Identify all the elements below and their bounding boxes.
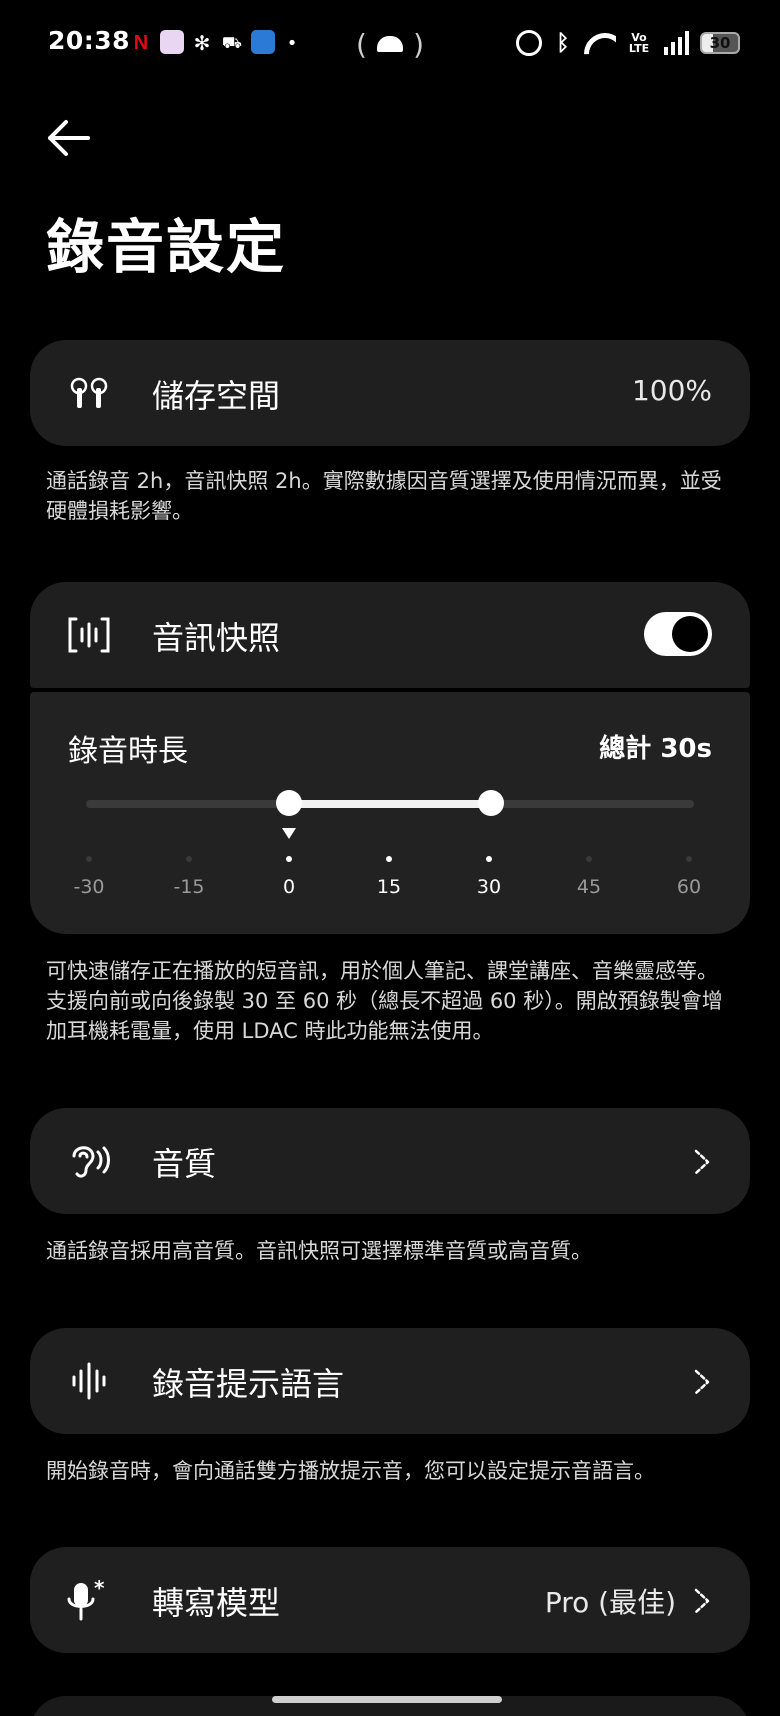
more-notifications-icon: •: [286, 32, 298, 54]
storage-value: 100%: [631, 374, 712, 407]
tick-label: 45: [576, 876, 602, 898]
duration-start-handle[interactable]: [275, 790, 302, 816]
tick-label: 15: [376, 876, 402, 898]
tick-dot: [286, 856, 292, 862]
dynamic-island-icon: (): [356, 27, 424, 61]
audio-quality-label: 音質: [152, 1145, 217, 1183]
chevron-right-icon: [694, 1149, 710, 1175]
storage-note: 通話錄音 2h，音訊快照 2h。實際數據因音質選擇及使用情況而異，並受硬體損耗影…: [46, 469, 722, 523]
earbuds-icon: [66, 370, 112, 416]
prompt-language-note: 開始錄音時，會向通話雙方播放提示音，您可以設定提示音語言。: [46, 1459, 655, 1483]
page-title: 錄音設定: [46, 213, 287, 281]
status-bar: 20:38 N ✻ ⛟ • () ᛒ Vo LTE 30: [0, 0, 780, 88]
transcription-model-label: 轉寫模型: [152, 1584, 281, 1622]
fan-icon: ✻: [193, 31, 211, 55]
prompt-language-label: 錄音提示語言: [152, 1365, 345, 1403]
audio-quality-row[interactable]: 音質: [30, 1108, 750, 1214]
audio-snapshot-note: 可快速儲存正在播放的短音訊，用於個人筆記、課堂講座、音樂靈感等。支援向前或向後錄…: [46, 959, 723, 1043]
storage-label: 儲存空間: [152, 377, 281, 415]
prompt-language-row[interactable]: 錄音提示語言: [30, 1328, 750, 1434]
tick-label: 0: [282, 876, 296, 898]
svg-text:*: *: [94, 1577, 105, 1600]
tick-label: -15: [173, 876, 205, 898]
audio-quality-note: 通話錄音採用高音質。音訊快照可選擇標準音質或高音質。: [46, 1239, 592, 1263]
wifi-icon: [584, 31, 616, 55]
bluetooth-icon: ᛒ: [556, 30, 570, 56]
transcription-model-row[interactable]: * 轉寫模型 Pro (最佳): [30, 1547, 750, 1653]
back-arrow-icon[interactable]: [44, 118, 92, 158]
toggle-knob: [672, 616, 708, 652]
current-position-marker-icon: [281, 828, 296, 839]
alarm-icon: [516, 30, 542, 56]
signal-icon: [662, 31, 690, 55]
ear-sound-icon: [66, 1138, 112, 1184]
transcription-model-value: Pro (最佳): [544, 1586, 676, 1619]
duration-slider-track[interactable]: [86, 800, 694, 808]
audio-snapshot-row[interactable]: 音訊快照: [30, 582, 750, 688]
chevron-right-icon: [694, 1588, 710, 1614]
audio-snapshot-icon: [66, 612, 112, 658]
app-notification-icon: [160, 30, 184, 54]
mic-ai-icon: *: [66, 1577, 112, 1623]
duration-slider-fill: [288, 800, 492, 808]
status-time: 20:38: [48, 26, 131, 55]
tick-label: 60: [676, 876, 702, 898]
tick-dot: [86, 856, 92, 862]
waveform-icon: [66, 1358, 112, 1404]
volte-bottom: LTE: [628, 42, 650, 55]
storage-row[interactable]: 儲存空間 100%: [30, 340, 750, 446]
status-icons: ᛒ Vo LTE 30: [516, 28, 740, 58]
tick-dot: [486, 856, 492, 862]
tick-dot: [386, 856, 392, 862]
audio-snapshot-toggle[interactable]: [644, 612, 712, 656]
tick-dot: [586, 856, 592, 862]
netflix-icon: N: [133, 31, 149, 54]
tick-label: -30: [73, 876, 105, 898]
duration-end-handle[interactable]: [478, 790, 505, 816]
battery-icon: 30: [700, 32, 740, 54]
duration-total: 總計 30s: [599, 734, 712, 764]
cloud-app-icon: [251, 30, 275, 54]
car-icon: ⛟: [221, 32, 243, 52]
audio-snapshot-label: 音訊快照: [152, 619, 281, 657]
recording-duration-panel: 錄音時長 總計 30s -30 -15 0 15 30 45 60: [30, 692, 750, 934]
tick-label: 30: [476, 876, 502, 898]
tick-dot: [686, 856, 692, 862]
chevron-right-icon: [694, 1369, 710, 1395]
duration-label: 錄音時長: [68, 734, 188, 769]
home-indicator[interactable]: [272, 1696, 502, 1703]
tick-dot: [186, 856, 192, 862]
volte-icon: Vo LTE: [626, 32, 652, 54]
